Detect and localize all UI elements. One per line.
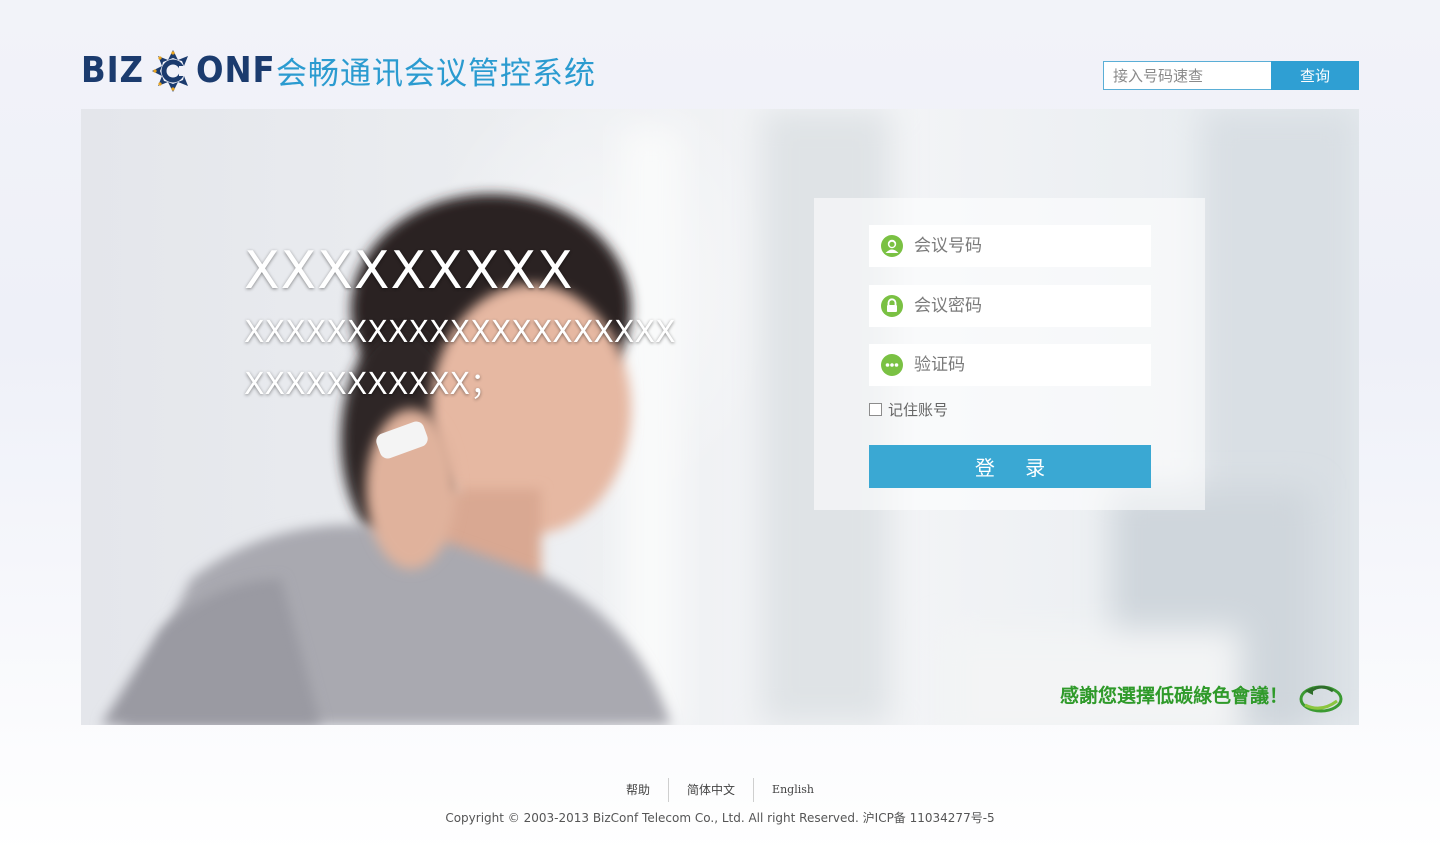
user-icon: [881, 235, 903, 257]
captcha-input[interactable]: [914, 355, 1134, 375]
green-meeting-slogan: 感謝您選擇低碳綠色會議！: [1060, 685, 1289, 707]
access-number-search-input[interactable]: [1103, 61, 1271, 90]
logo-text-onf: ONF: [195, 50, 276, 91]
login-panel: 记住账号 登 录: [814, 198, 1205, 510]
lock-icon: [881, 295, 903, 317]
bizconf-logo: BIZ ONF: [81, 46, 284, 96]
dots-icon: [881, 354, 903, 376]
remember-account[interactable]: 记住账号: [869, 399, 948, 420]
simplified-chinese-link[interactable]: 简体中文: [669, 777, 753, 803]
bizconf-emblem-icon: [151, 50, 193, 92]
english-link[interactable]: English: [754, 777, 832, 803]
footer-links: 帮助 简体中文 English: [0, 777, 1440, 803]
access-number-search: 查询: [1103, 61, 1359, 90]
login-button[interactable]: 登 录: [869, 445, 1151, 488]
captcha-field: [869, 344, 1151, 386]
remember-account-label: 记住账号: [888, 401, 949, 419]
recycle-leaf-icon: [1299, 685, 1343, 713]
search-button[interactable]: 查询: [1271, 61, 1359, 90]
meeting-password-input[interactable]: [914, 296, 1134, 316]
hero-subtext: XXXXXXXXXXXXXXXXXXXXXXXXXXXXXXXX；: [244, 315, 676, 402]
system-title: 会畅通讯会议管控系统: [276, 56, 596, 92]
remember-account-checkbox[interactable]: [869, 403, 882, 416]
help-link[interactable]: 帮助: [608, 777, 668, 803]
copyright-text: Copyright © 2003-2013 BizConf Telecom Co…: [445, 811, 995, 825]
hero-headline: XXXXXXXXX: [244, 241, 574, 301]
meeting-password-field: [869, 285, 1151, 327]
meeting-number-field: [869, 225, 1151, 267]
meeting-number-input[interactable]: [914, 236, 1134, 256]
logo-text-biz: BIZ: [81, 50, 144, 91]
